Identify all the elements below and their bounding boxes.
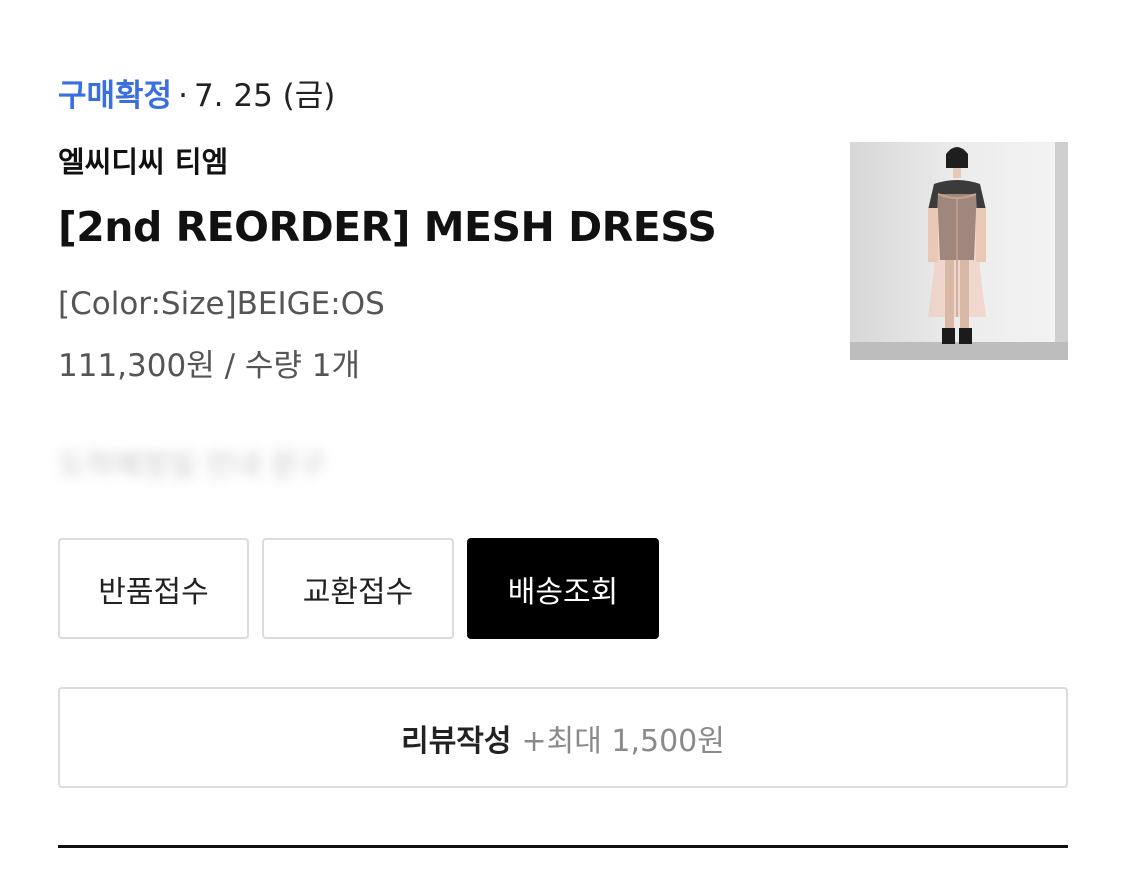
order-status-label: 구매확정 (58, 78, 173, 114)
exchange-request-button[interactable]: 교환접수 (262, 538, 454, 639)
status-separator: · (178, 78, 188, 114)
return-request-button[interactable]: 반품접수 (58, 538, 249, 639)
review-reward: +최대 1,500원 (521, 723, 725, 759)
product-image[interactable] (850, 142, 1068, 360)
product-option: [Color:Size]BEIGE:OS (58, 286, 385, 322)
dress-photo-icon (850, 142, 1068, 360)
blurred-delivery-note: 도착예정일 안내 문구 (58, 448, 326, 483)
price-quantity: 111,300원 / 수량 1개 (58, 348, 361, 384)
brand-name[interactable]: 엘씨디씨 티엠 (58, 142, 228, 182)
order-status-line: 구매확정 · 7. 25 (금) (58, 76, 335, 116)
product-name[interactable]: [2nd REORDER] MESH DRESS (58, 200, 717, 254)
order-date: 7. 25 (금) (193, 78, 336, 114)
section-divider (58, 845, 1068, 848)
write-review-button[interactable]: 리뷰작성 +최대 1,500원 (58, 687, 1068, 788)
delivery-tracking-button[interactable]: 배송조회 (467, 538, 659, 639)
review-label: 리뷰작성 (401, 723, 512, 759)
